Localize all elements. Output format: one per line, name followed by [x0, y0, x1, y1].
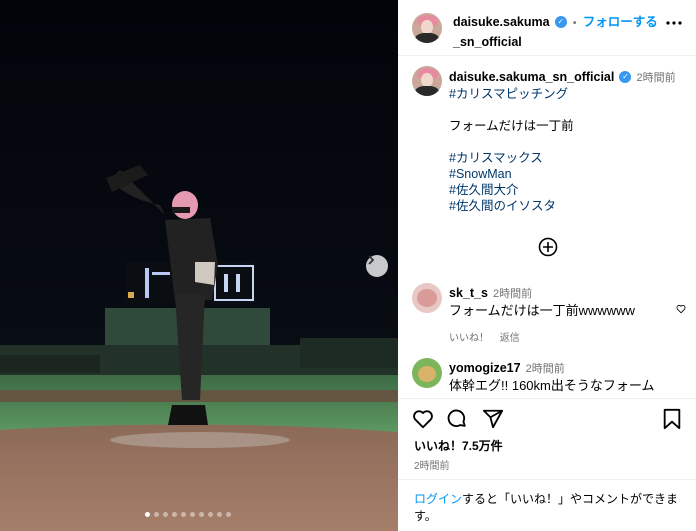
comment-time: 2時間前	[493, 288, 533, 300]
username-line1[interactable]: daisuke.sakuma	[453, 15, 550, 29]
bookmark-icon[interactable]	[662, 408, 682, 430]
username-line2[interactable]: _sn_official	[453, 35, 522, 49]
hashtag-link[interactable]: #佐久間のイソスタ	[449, 198, 689, 214]
commenter-avatar[interactable]	[412, 283, 442, 313]
hashtag-link[interactable]: #佐久間大介	[449, 182, 689, 198]
caption-avatar[interactable]	[412, 66, 442, 96]
login-link[interactable]: ログイン	[414, 492, 462, 506]
login-prompt: ログインすると「いいね！」やコメントができます。	[398, 479, 696, 525]
carousel-dot[interactable]	[217, 512, 222, 517]
caption-text: フォームだけは一丁前	[449, 119, 574, 133]
comment-username[interactable]: yomogize17	[449, 361, 521, 375]
post-photo[interactable]	[0, 0, 398, 531]
post-side-panel: daisuke.sakuma ✓ • フォローする _sn_official d…	[398, 0, 696, 531]
comment-item: sk_t_s 2時間前 フォームだけは一丁前wwwwww いいね！ 返信	[449, 284, 689, 344]
hashtag-link[interactable]: #カリスマピッチング	[449, 86, 689, 102]
comment-time: 2時間前	[525, 363, 565, 375]
verified-badge-icon: ✓	[554, 15, 567, 28]
header-username[interactable]: daisuke.sakuma ✓ • フォローする _sn_official	[453, 12, 658, 51]
stadium-photo	[0, 0, 398, 531]
comment-item: yomogize17 2時間前 体幹エグ!! 160km出そうなフォーム	[449, 359, 689, 395]
share-icon[interactable]	[482, 408, 504, 430]
carousel-dot[interactable]	[181, 512, 186, 517]
carousel-dot[interactable]	[208, 512, 213, 517]
carousel-dot[interactable]	[163, 512, 168, 517]
avatar[interactable]	[412, 13, 442, 43]
next-photo-button[interactable]	[366, 255, 388, 277]
comment-icon[interactable]	[446, 408, 468, 430]
carousel-dot[interactable]	[226, 512, 231, 517]
post-header: daisuke.sakuma ✓ • フォローする _sn_official	[398, 0, 696, 56]
follow-button[interactable]: フォローする	[583, 15, 658, 29]
chevron-right-icon	[368, 255, 375, 265]
carousel-dot[interactable]	[154, 512, 159, 517]
carousel-dot[interactable]	[190, 512, 195, 517]
comment-username[interactable]: sk_t_s	[449, 286, 488, 300]
caption-time[interactable]: 2時間前	[637, 72, 676, 84]
heart-icon[interactable]	[412, 408, 434, 430]
hashtag-link[interactable]: #カリスマックス	[449, 150, 689, 166]
commenter-avatar[interactable]	[412, 358, 442, 388]
post-actions: いいね！7.5万件 2時間前 ログインすると「いいね！」やコメントができます。	[398, 398, 696, 531]
carousel-dot[interactable]	[199, 512, 204, 517]
caption: daisuke.sakuma_sn_official ✓ 2時間前 #カリスマピ…	[449, 68, 689, 214]
comment-text: 体幹エグ!! 160km出そうなフォーム	[449, 378, 655, 393]
hashtag-link[interactable]: #SnowMan	[449, 166, 689, 182]
carousel-dots	[145, 512, 231, 517]
like-count[interactable]: いいね！7.5万件	[414, 437, 503, 454]
load-more-comments-icon[interactable]	[538, 237, 558, 257]
hashtag-list: #カリスマックス #SnowMan #佐久間大介 #佐久間のイソスタ	[449, 150, 689, 214]
comment-text: フォームだけは一丁前wwwwww	[449, 303, 635, 318]
verified-badge-icon: ✓	[619, 70, 632, 83]
post-time[interactable]: 2時間前	[414, 457, 450, 472]
carousel-dot[interactable]	[145, 512, 150, 517]
comment-reply-button[interactable]: 返信	[500, 333, 520, 344]
comment-like-count[interactable]: いいね！	[449, 333, 489, 344]
carousel-dot[interactable]	[172, 512, 177, 517]
caption-username[interactable]: daisuke.sakuma_sn_official	[449, 70, 614, 84]
more-options-icon[interactable]	[666, 21, 682, 25]
comment-heart-icon[interactable]	[676, 304, 686, 314]
separator-dot: •	[571, 18, 578, 29]
